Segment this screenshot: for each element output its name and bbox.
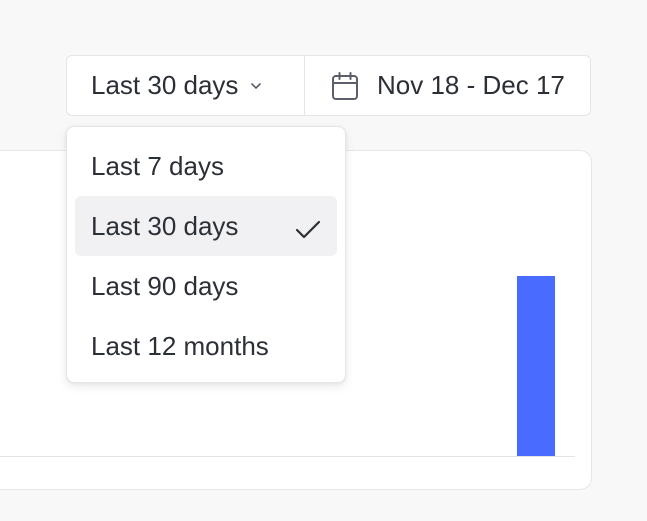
- menu-item-label: Last 12 months: [91, 330, 269, 361]
- menu-item-label: Last 7 days: [91, 150, 224, 181]
- chevron-down-icon: [250, 80, 262, 92]
- menu-item-last-30-days[interactable]: Last 30 days: [75, 196, 337, 256]
- range-dropdown-menu: Last 7 days Last 30 days Last 90 days La…: [66, 126, 346, 383]
- range-select-label: Last 30 days: [91, 70, 239, 100]
- menu-item-label: Last 30 days: [91, 210, 239, 241]
- date-controls: Last 30 days Nov 18 - Dec 17: [66, 55, 591, 116]
- chart-bar[interactable]: [517, 276, 555, 456]
- menu-item-last-90-days[interactable]: Last 90 days: [75, 256, 337, 316]
- stage: Last 30 days Nov 18 - Dec 17 Last 7 days…: [0, 0, 647, 521]
- date-range-button[interactable]: Nov 18 - Dec 17: [305, 56, 590, 115]
- menu-item-label: Last 90 days: [91, 270, 239, 301]
- date-range-label: Nov 18 - Dec 17: [377, 70, 565, 100]
- calendar-icon: [331, 71, 359, 101]
- chart-baseline: [0, 456, 575, 457]
- checkmark-icon: [295, 216, 321, 239]
- range-select-button[interactable]: Last 30 days: [67, 56, 304, 115]
- menu-item-last-12-months[interactable]: Last 12 months: [75, 316, 337, 376]
- menu-item-last-7-days[interactable]: Last 7 days: [75, 136, 337, 196]
